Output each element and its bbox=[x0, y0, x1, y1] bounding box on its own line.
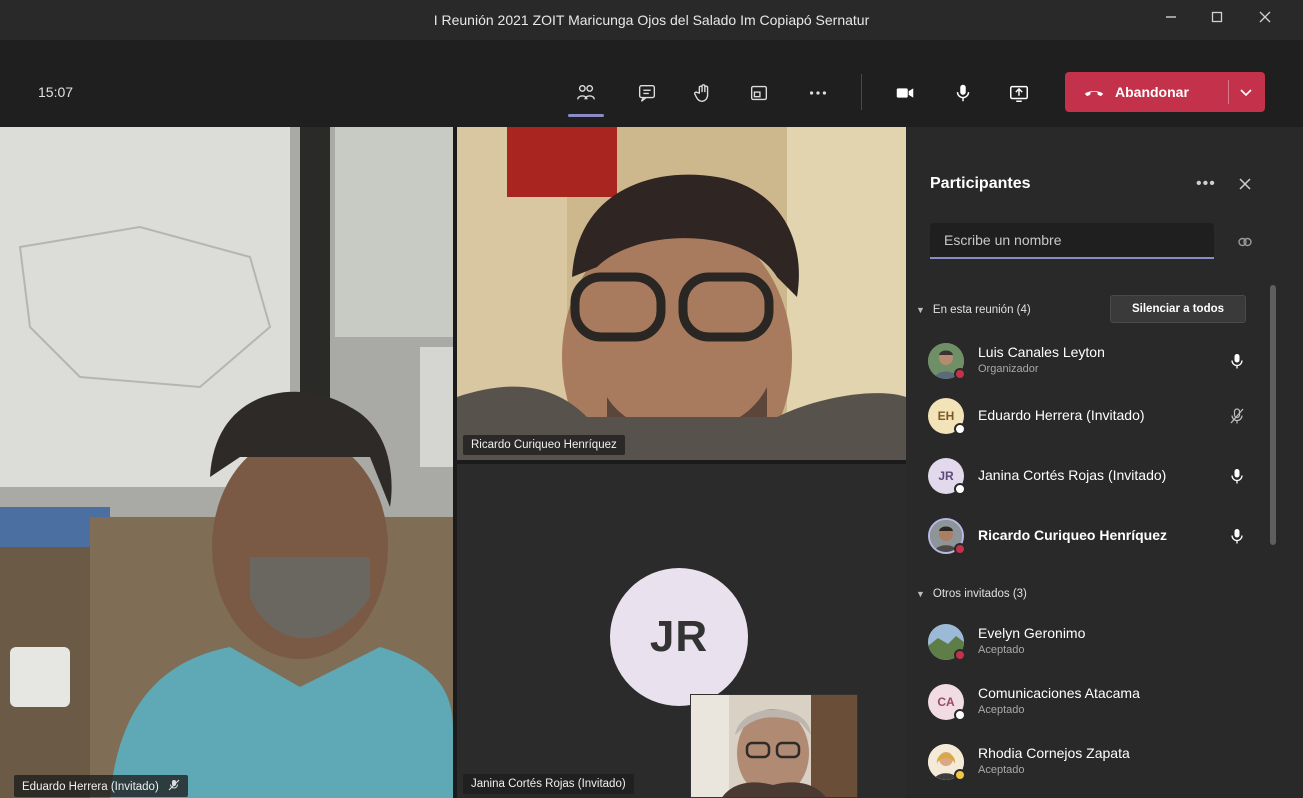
invitee-row[interactable]: Rhodia Cornejos Zapata Aceptado bbox=[928, 737, 1248, 787]
rooms-icon[interactable] bbox=[742, 76, 776, 110]
panel-title: Participantes bbox=[930, 175, 1031, 192]
invitee-row[interactable]: Evelyn Geronimo Aceptado bbox=[928, 617, 1248, 667]
video-feed bbox=[0, 127, 453, 798]
active-tab-indicator bbox=[568, 114, 604, 117]
video-tile-eduardo[interactable]: Eduardo Herrera (Invitado) bbox=[0, 127, 453, 798]
chevron-down-icon: ▼ bbox=[916, 589, 925, 599]
raise-hand-icon[interactable] bbox=[686, 76, 720, 110]
microphone-icon bbox=[1231, 354, 1243, 369]
participant-name: Eduardo Herrera (Invitado) bbox=[22, 781, 159, 793]
chevron-down-icon[interactable] bbox=[1236, 82, 1256, 102]
more-options-icon[interactable]: ••• bbox=[1196, 175, 1216, 193]
hang-up-icon bbox=[1084, 91, 1104, 97]
window-title: I Reunión 2021 ZOIT Maricunga Ojos del S… bbox=[433, 12, 870, 28]
participant-name: Janina Cortés Rojas (Invitado) bbox=[471, 778, 626, 790]
share-screen-icon[interactable] bbox=[1002, 76, 1036, 110]
maximize-icon[interactable] bbox=[1204, 8, 1230, 32]
section-other-invitees[interactable]: ▼ Otros invitados (3) bbox=[916, 588, 1027, 600]
participant-name: Eduardo Herrera (Invitado) bbox=[978, 407, 1145, 423]
microphone-icon bbox=[1231, 529, 1243, 544]
toolbar-separator bbox=[861, 74, 862, 110]
participant-name: Luis Canales Leyton bbox=[978, 344, 1105, 360]
avatar: JR bbox=[610, 568, 748, 706]
mic-muted-icon bbox=[168, 779, 180, 791]
video-stage: Eduardo Herrera (Invitado) Ricardo Curiq… bbox=[0, 127, 906, 798]
participant-name: Ricardo Curiqueo Henríquez bbox=[471, 439, 617, 451]
participant-row-active[interactable]: Ricardo Curiqueo Henríquez bbox=[928, 511, 1248, 561]
section-label: En esta reunión (4) bbox=[932, 304, 1031, 316]
status-dot bbox=[954, 769, 966, 781]
title-bar: I Reunión 2021 ZOIT Maricunga Ojos del S… bbox=[0, 0, 1303, 40]
participants-icon[interactable] bbox=[569, 76, 603, 110]
participant-name: Rhodia Cornejos Zapata bbox=[978, 745, 1130, 761]
microphone-icon[interactable] bbox=[946, 76, 980, 110]
close-icon[interactable] bbox=[1252, 8, 1278, 32]
participant-role: Aceptado bbox=[978, 704, 1025, 716]
mute-all-button[interactable]: Silenciar a todos bbox=[1110, 295, 1246, 323]
nametag: Janina Cortés Rojas (Invitado) bbox=[463, 774, 634, 794]
chevron-down-icon: ▼ bbox=[916, 305, 925, 315]
status-dot bbox=[954, 709, 966, 721]
participant-row[interactable]: EH Eduardo Herrera (Invitado) bbox=[928, 391, 1248, 441]
minimize-icon[interactable] bbox=[1158, 8, 1184, 32]
chat-icon[interactable] bbox=[630, 76, 664, 110]
more-icon[interactable] bbox=[801, 76, 835, 110]
participant-row[interactable]: JR Janina Cortés Rojas (Invitado) bbox=[928, 451, 1248, 501]
microphone-icon bbox=[1231, 469, 1243, 484]
nametag: Eduardo Herrera (Invitado) bbox=[14, 775, 188, 797]
scrollbar[interactable] bbox=[1270, 285, 1276, 545]
video-tile-janina[interactable]: JR Janina Cortés Rojas (Invitado) bbox=[457, 464, 906, 798]
participant-name: Comunicaciones Atacama bbox=[978, 685, 1140, 701]
status-dot bbox=[954, 649, 966, 661]
search-participants-input[interactable] bbox=[930, 223, 1214, 259]
invitee-row[interactable]: CA Comunicaciones Atacama Aceptado bbox=[928, 677, 1248, 727]
participants-panel: Participantes ••• ▼ En esta reunión (4) … bbox=[906, 127, 1303, 798]
leave-button[interactable]: Abandonar bbox=[1065, 72, 1265, 112]
participant-role: Organizador bbox=[978, 363, 1039, 375]
status-dot bbox=[954, 423, 966, 435]
section-in-meeting[interactable]: ▼ En esta reunión (4) bbox=[916, 304, 1031, 316]
section-label: Otros invitados (3) bbox=[932, 588, 1027, 600]
status-dot bbox=[954, 483, 966, 495]
status-dot bbox=[954, 543, 966, 555]
video-feed bbox=[457, 127, 906, 460]
meeting-toolbar: 15:07 Abandonar bbox=[0, 40, 1303, 127]
participant-role: Aceptado bbox=[978, 764, 1025, 776]
link-icon[interactable] bbox=[1236, 233, 1254, 251]
camera-icon[interactable] bbox=[888, 76, 922, 110]
close-panel-icon[interactable] bbox=[1236, 175, 1254, 193]
participant-role: Aceptado bbox=[978, 644, 1025, 656]
leave-divider bbox=[1228, 80, 1229, 104]
participant-row[interactable]: Luis Canales Leyton Organizador bbox=[928, 336, 1248, 386]
leave-label: Abandonar bbox=[1115, 84, 1189, 100]
participant-name: Janina Cortés Rojas (Invitado) bbox=[978, 467, 1167, 483]
status-dot bbox=[954, 368, 966, 380]
mic-muted-icon bbox=[1230, 408, 1244, 424]
self-view-feed bbox=[691, 695, 857, 797]
participant-name: Evelyn Geronimo bbox=[978, 625, 1086, 641]
nametag: Ricardo Curiqueo Henríquez bbox=[463, 435, 625, 455]
participant-name: Ricardo Curiqueo Henríquez bbox=[978, 527, 1168, 543]
self-view-video[interactable] bbox=[690, 694, 858, 798]
meeting-clock: 15:07 bbox=[38, 84, 74, 100]
video-tile-ricardo[interactable]: Ricardo Curiqueo Henríquez bbox=[457, 127, 906, 460]
